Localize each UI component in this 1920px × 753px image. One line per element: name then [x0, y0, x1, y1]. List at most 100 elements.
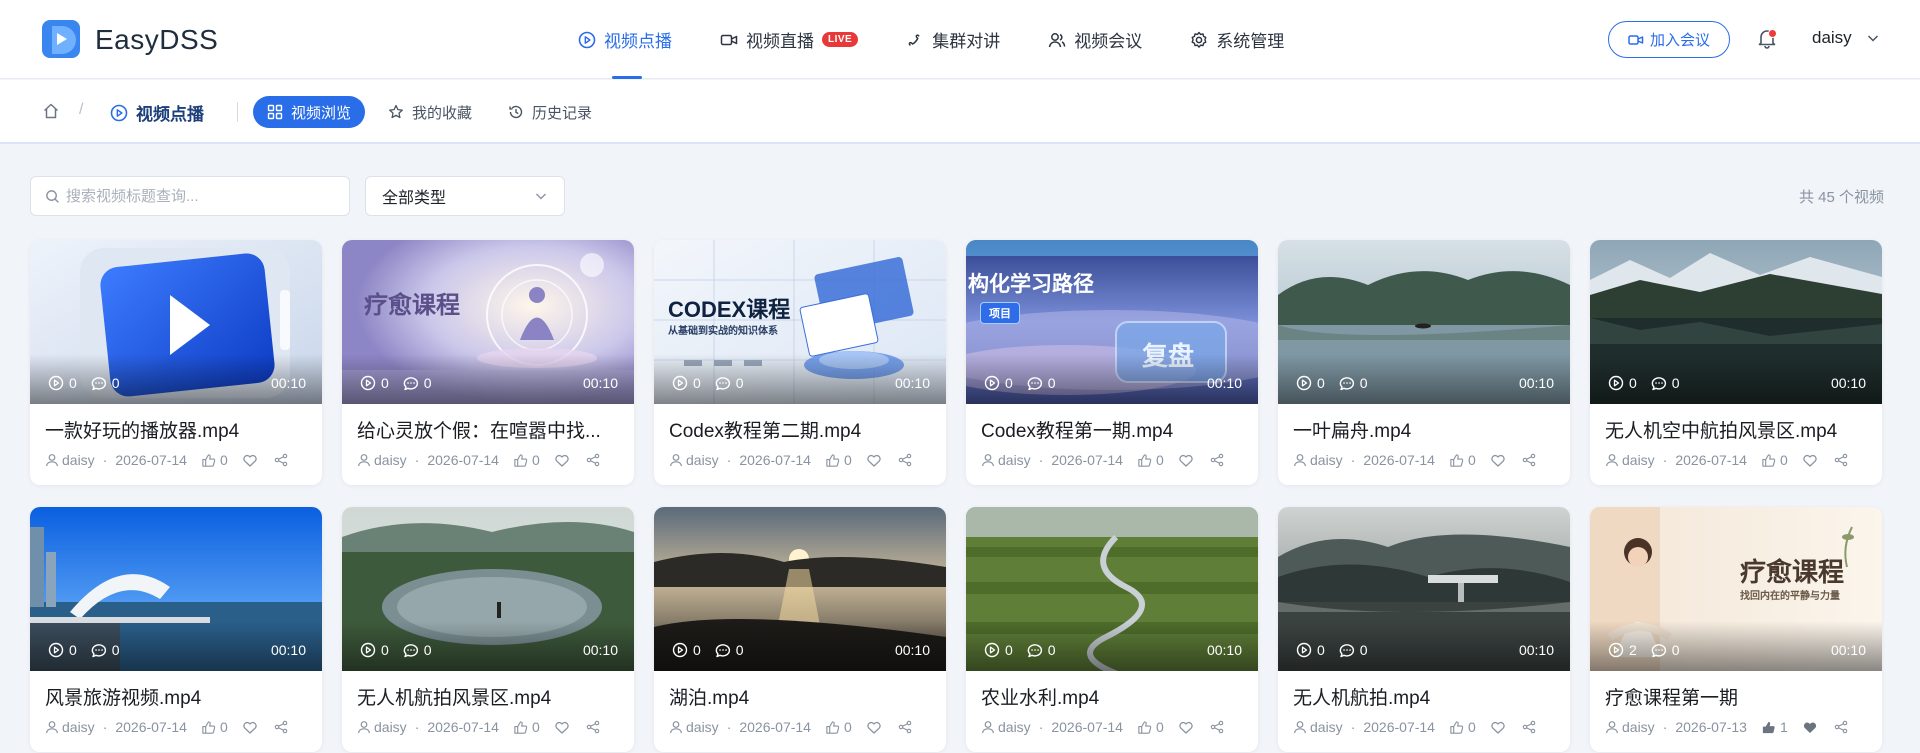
- thumbs-up-icon[interactable]: [1449, 453, 1464, 468]
- video-card[interactable]: 0 0 00:10 一叶扁舟.mp4 daisy · 2026-07-14 0: [1278, 240, 1570, 485]
- tab-video-browse[interactable]: 视频浏览: [253, 96, 365, 128]
- home-icon[interactable]: [42, 102, 60, 120]
- like-button[interactable]: 1: [1761, 719, 1788, 735]
- share-icon[interactable]: [274, 453, 288, 467]
- favorite-button[interactable]: [1802, 719, 1818, 735]
- video-thumbnail[interactable]: 构化学习路径 项目 复盘 0 0 00:10: [966, 240, 1258, 404]
- video-thumbnail[interactable]: 0 0 00:10: [654, 507, 946, 671]
- video-card[interactable]: 0 0 00:10 农业水利.mp4 daisy · 2026-07-14 0: [966, 507, 1258, 752]
- share-button[interactable]: [1834, 453, 1848, 467]
- video-title[interactable]: Codex教程第一期.mp4: [981, 420, 1243, 444]
- video-card[interactable]: 0 0 00:10 无人机空中航拍风景区.mp4 daisy · 2026-07…: [1590, 240, 1882, 485]
- heart-icon[interactable]: [554, 719, 570, 735]
- share-button[interactable]: [274, 453, 288, 467]
- favorite-button[interactable]: [1178, 452, 1194, 468]
- like-button[interactable]: 0: [1449, 452, 1476, 468]
- video-card[interactable]: 构化学习路径 项目 复盘 0 0 00:10 Codex教程第一期.mp4 da…: [966, 240, 1258, 485]
- video-thumbnail[interactable]: 0 0 00:10: [30, 240, 322, 404]
- heart-icon[interactable]: [1178, 452, 1194, 468]
- heart-icon[interactable]: [866, 452, 882, 468]
- like-button[interactable]: 0: [513, 719, 540, 735]
- like-button[interactable]: 0: [1137, 719, 1164, 735]
- share-button[interactable]: [274, 720, 288, 734]
- favorite-button[interactable]: [1490, 719, 1506, 735]
- heart-icon[interactable]: [242, 719, 258, 735]
- share-icon[interactable]: [1210, 453, 1224, 467]
- tab-history[interactable]: 历史记录: [508, 96, 592, 128]
- share-icon[interactable]: [898, 453, 912, 467]
- favorite-button[interactable]: [1802, 452, 1818, 468]
- like-button[interactable]: 0: [201, 719, 228, 735]
- like-button[interactable]: 0: [1137, 452, 1164, 468]
- nav-item-system[interactable]: 系统管理: [1190, 0, 1284, 79]
- share-icon[interactable]: [1522, 720, 1536, 734]
- like-button[interactable]: 0: [825, 719, 852, 735]
- heart-icon[interactable]: [1178, 719, 1194, 735]
- heart-icon[interactable]: [1490, 452, 1506, 468]
- like-button[interactable]: 0: [201, 452, 228, 468]
- nav-item-live[interactable]: 视频直播 LIVE: [720, 0, 859, 79]
- share-icon[interactable]: [586, 720, 600, 734]
- video-title[interactable]: 一款好玩的播放器.mp4: [45, 420, 307, 444]
- video-card[interactable]: 0 0 00:10 湖泊.mp4 daisy · 2026-07-14 0: [654, 507, 946, 752]
- thumbs-up-icon[interactable]: [825, 720, 840, 735]
- favorite-button[interactable]: [242, 452, 258, 468]
- search-input[interactable]: [66, 187, 336, 205]
- video-thumbnail[interactable]: 0 0 00:10: [1278, 240, 1570, 404]
- share-icon[interactable]: [898, 720, 912, 734]
- category-select[interactable]: 全部类型: [365, 176, 565, 216]
- video-thumbnail[interactable]: 0 0 00:10: [342, 507, 634, 671]
- share-button[interactable]: [1834, 720, 1848, 734]
- like-button[interactable]: 0: [513, 452, 540, 468]
- nav-item-meeting[interactable]: 视频会议: [1048, 0, 1142, 79]
- share-button[interactable]: [586, 720, 600, 734]
- video-thumbnail[interactable]: 0 0 00:10: [1278, 507, 1570, 671]
- share-button[interactable]: [1522, 720, 1536, 734]
- share-icon[interactable]: [586, 453, 600, 467]
- video-title[interactable]: 农业水利.mp4: [981, 687, 1243, 711]
- share-button[interactable]: [1210, 453, 1224, 467]
- thumbs-up-icon[interactable]: [201, 453, 216, 468]
- share-icon[interactable]: [274, 720, 288, 734]
- share-button[interactable]: [1522, 453, 1536, 467]
- heart-icon[interactable]: [1802, 719, 1818, 735]
- video-title[interactable]: 一叶扁舟.mp4: [1293, 420, 1555, 444]
- video-card[interactable]: 0 0 00:10 无人机航拍风景区.mp4 daisy · 2026-07-1…: [342, 507, 634, 752]
- favorite-button[interactable]: [554, 452, 570, 468]
- like-button[interactable]: 0: [1761, 452, 1788, 468]
- video-title[interactable]: 无人机空中航拍风景区.mp4: [1605, 420, 1867, 444]
- thumbs-up-icon[interactable]: [1137, 720, 1152, 735]
- video-card[interactable]: 0 0 00:10 风景旅游视频.mp4 daisy · 2026-07-14 …: [30, 507, 322, 752]
- video-card[interactable]: 疗愈课程 找回内在的平静与力量 2 0 00:10 疗愈课程第一期 daisy …: [1590, 507, 1882, 752]
- video-title[interactable]: 无人机航拍.mp4: [1293, 687, 1555, 711]
- favorite-button[interactable]: [1178, 719, 1194, 735]
- heart-icon[interactable]: [242, 452, 258, 468]
- share-icon[interactable]: [1834, 453, 1848, 467]
- share-button[interactable]: [1210, 720, 1224, 734]
- nav-item-intercom[interactable]: 集群对讲: [906, 0, 1000, 79]
- video-card[interactable]: 疗愈课程 0 0 00:10 给心灵放个假：在喧嚣中找... daisy · 2…: [342, 240, 634, 485]
- video-thumbnail[interactable]: 0 0 00:10: [1590, 240, 1882, 404]
- join-meeting-button[interactable]: 加入会议: [1608, 21, 1730, 58]
- video-title[interactable]: 给心灵放个假：在喧嚣中找...: [357, 420, 619, 444]
- video-thumbnail[interactable]: CODEX课程 从基础到实战的知识体系 0 0 00:10: [654, 240, 946, 404]
- video-thumbnail[interactable]: 0 0 00:10: [966, 507, 1258, 671]
- nav-item-vod[interactable]: 视频点播: [578, 0, 672, 79]
- share-button[interactable]: [898, 720, 912, 734]
- heart-icon[interactable]: [554, 452, 570, 468]
- video-title[interactable]: 无人机航拍风景区.mp4: [357, 687, 619, 711]
- share-icon[interactable]: [1834, 720, 1848, 734]
- video-card[interactable]: CODEX课程 从基础到实战的知识体系 0 0 00:10 Codex教程第二期…: [654, 240, 946, 485]
- like-button[interactable]: 0: [825, 452, 852, 468]
- video-title[interactable]: 风景旅游视频.mp4: [45, 687, 307, 711]
- video-thumbnail[interactable]: 0 0 00:10: [30, 507, 322, 671]
- favorite-button[interactable]: [242, 719, 258, 735]
- video-title[interactable]: Codex教程第二期.mp4: [669, 420, 931, 444]
- video-thumbnail[interactable]: 疗愈课程 找回内在的平静与力量 2 0 00:10: [1590, 507, 1882, 671]
- search-box[interactable]: [30, 176, 350, 216]
- brand-name[interactable]: EasyDSS: [95, 24, 218, 56]
- thumbs-up-icon[interactable]: [1761, 720, 1776, 735]
- share-button[interactable]: [898, 453, 912, 467]
- share-icon[interactable]: [1522, 453, 1536, 467]
- heart-icon[interactable]: [1490, 719, 1506, 735]
